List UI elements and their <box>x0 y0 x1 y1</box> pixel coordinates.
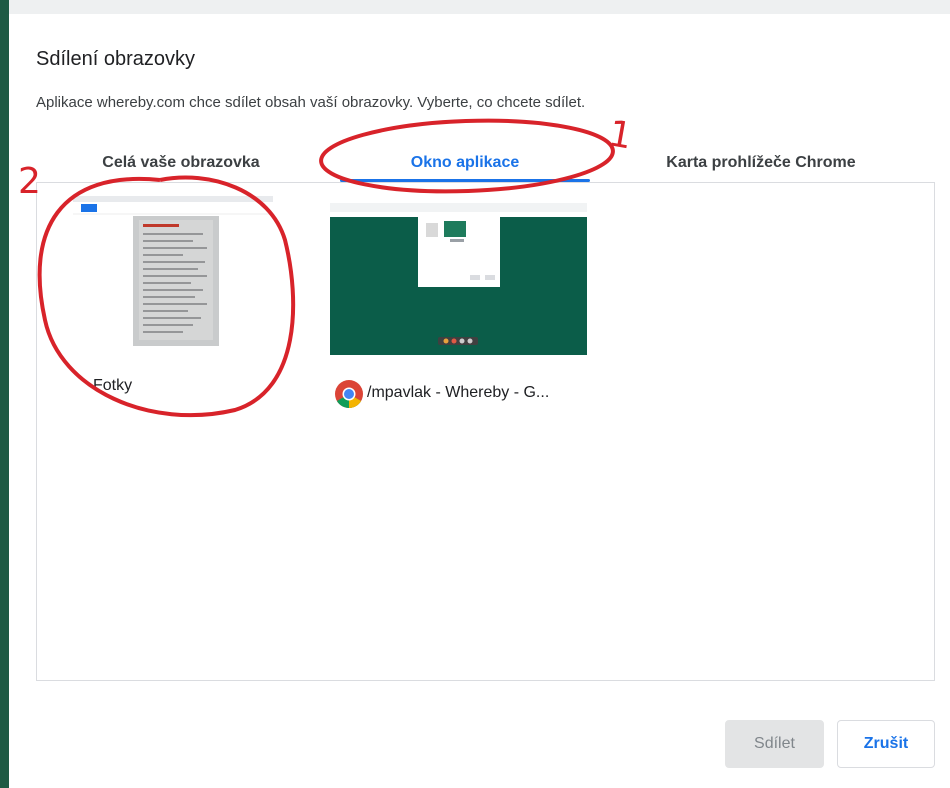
background-window-edge <box>0 0 9 788</box>
dialog-subtitle: Aplikace whereby.com chce sdílet obsah v… <box>36 94 586 111</box>
cancel-button[interactable]: Zrušit <box>837 720 935 768</box>
tab-bar: Celá vaše obrazovka Okno aplikace Karta … <box>36 142 910 184</box>
chrome-icon <box>335 380 363 408</box>
tab-chrome-tab[interactable]: Karta prohlížeče Chrome <box>616 142 906 184</box>
window-thumbnail <box>73 196 273 356</box>
background-window-strip <box>9 0 950 14</box>
screen-share-dialog: Sdílení obrazovky Aplikace whereby.com c… <box>9 14 950 788</box>
window-thumbnail <box>330 203 587 355</box>
source-item-whereby[interactable]: /mpavlak - Whereby - G... <box>322 189 602 409</box>
source-list: Fotky /mpavlak - Whereby - G... <box>36 182 935 681</box>
tab-application-window[interactable]: Okno aplikace <box>340 142 590 184</box>
source-label: Fotky <box>93 377 133 394</box>
source-item-fotky[interactable]: Fotky <box>43 189 293 409</box>
source-label: /mpavlak - Whereby - G... <box>367 384 550 401</box>
dialog-title: Sdílení obrazovky <box>36 48 195 70</box>
tab-entire-screen[interactable]: Celá vaše obrazovka <box>46 142 316 184</box>
share-button[interactable]: Sdílet <box>725 720 824 768</box>
